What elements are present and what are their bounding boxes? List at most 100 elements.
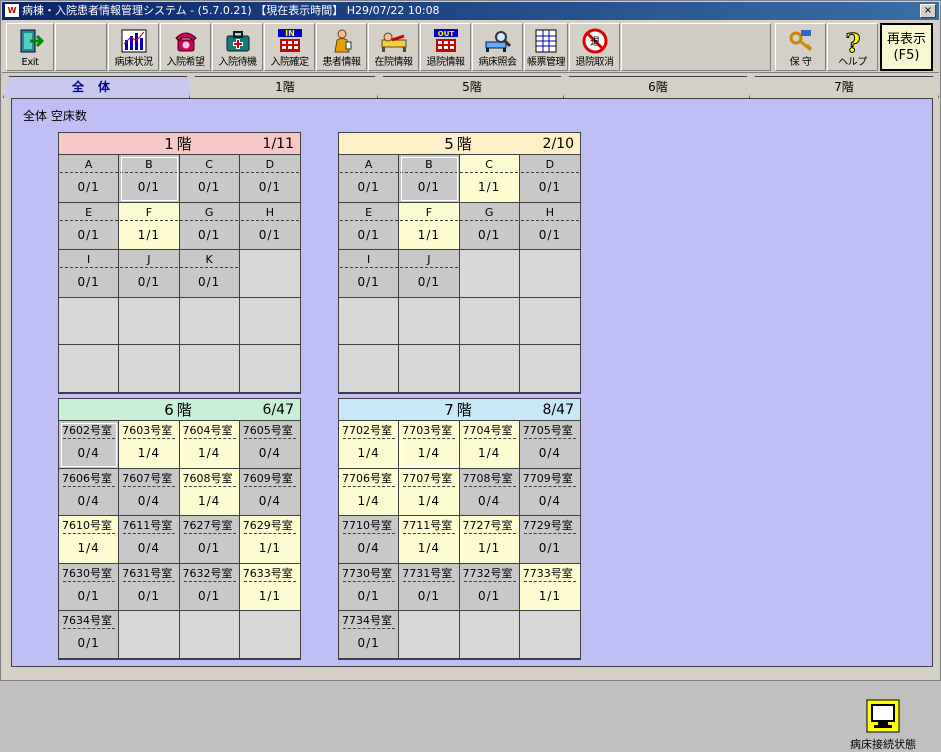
empty-cell xyxy=(239,611,300,659)
room-cell[interactable]: 7606号室 0/4 xyxy=(59,468,120,516)
room-cell[interactable]: 7732号室 0/1 xyxy=(459,563,520,611)
close-button[interactable]: × xyxy=(920,4,936,18)
room-cell[interactable]: 7609号室 0/4 xyxy=(239,468,300,516)
ward-cell[interactable]: I 0/1 xyxy=(59,250,120,298)
room-cell[interactable]: 7727号室 1/1 xyxy=(459,516,520,564)
report-manage-button[interactable]: 帳票管理 xyxy=(524,23,568,71)
ward-cell[interactable]: B 0/1 xyxy=(119,155,180,203)
tab-floor-6[interactable]: 6階 xyxy=(563,76,753,98)
refresh-button[interactable]: 再表示 (F5) xyxy=(880,23,933,71)
discharge-info-button[interactable]: OUT 退院情報 xyxy=(420,23,471,71)
room-cell[interactable]: 7733号室 1/1 xyxy=(519,563,580,611)
room-cell[interactable]: 7632号室 0/1 xyxy=(179,563,240,611)
room-cell[interactable]: 7634号室 0/1 xyxy=(59,611,120,659)
bed-inquiry-button[interactable]: 病床照会 xyxy=(472,23,523,71)
tab-floor-7[interactable]: 7階 xyxy=(749,76,939,98)
room-cell[interactable]: 7709号室 0/4 xyxy=(519,468,580,516)
ward-cell[interactable]: G 0/1 xyxy=(459,202,520,250)
room-cell[interactable]: 7631号室 0/1 xyxy=(119,563,180,611)
cell-name: E xyxy=(365,205,373,219)
room-cell[interactable]: 7605号室 0/4 xyxy=(239,421,300,469)
cell-vacancy: 0/1 xyxy=(357,180,380,194)
ward-cell[interactable]: I 0/1 xyxy=(339,250,400,298)
ward-cell[interactable]: F 1/1 xyxy=(119,202,180,250)
room-cell[interactable]: 7704号室 1/4 xyxy=(459,421,520,469)
maintenance-button[interactable]: 保 守 xyxy=(775,23,826,71)
room-cell[interactable]: 7607号室 0/4 xyxy=(119,468,180,516)
room-cell[interactable]: 7730号室 0/1 xyxy=(339,563,400,611)
cell-name: 7631号室 xyxy=(122,566,173,580)
help-button[interactable]: ? ヘルプ xyxy=(827,23,878,71)
room-cell[interactable]: 7711号室 1/4 xyxy=(399,516,460,564)
room-cell[interactable]: 7703号室 1/4 xyxy=(399,421,460,469)
empty-cell xyxy=(179,345,240,393)
room-cell[interactable]: 7610号室 1/4 xyxy=(59,516,120,564)
ward-cell[interactable]: B 0/1 xyxy=(399,155,460,203)
cell-divider xyxy=(63,485,115,487)
cell-name: E xyxy=(85,205,93,219)
ward-cell[interactable]: A 0/1 xyxy=(59,155,120,203)
ward-cell[interactable]: K 0/1 xyxy=(179,250,240,298)
cell-vacancy: 0/1 xyxy=(77,227,100,242)
admission-confirm-button[interactable]: IN 入院確定 xyxy=(264,23,315,71)
room-cell[interactable]: 7611号室 0/4 xyxy=(119,516,180,564)
ward-cell[interactable]: C 0/1 xyxy=(179,155,240,203)
cell-divider xyxy=(403,438,456,439)
ward-cell[interactable]: H 0/1 xyxy=(239,202,300,250)
room-cell[interactable]: 7731号室 0/1 xyxy=(399,563,460,611)
ward-cell[interactable]: A 0/1 xyxy=(339,155,400,203)
ward-cell[interactable]: D 0/1 xyxy=(239,155,300,203)
floor-header: 1階 1/11 xyxy=(59,133,300,155)
monitor-icon xyxy=(866,699,900,733)
cell-name: J xyxy=(427,253,431,266)
ward-cell[interactable]: D 0/1 xyxy=(519,155,580,203)
bed-connection-status-label: 病床接続状態 xyxy=(850,738,916,751)
room-cell[interactable]: 7602号室 0/4 xyxy=(59,421,120,469)
room-cell[interactable]: 7627号室 0/1 xyxy=(179,516,240,564)
ward-cell[interactable]: E 0/1 xyxy=(59,202,120,250)
room-cell[interactable]: 7608号室 1/4 xyxy=(179,468,240,516)
exit-button[interactable]: Exit xyxy=(6,23,54,71)
room-cell[interactable]: 7734号室 0/1 xyxy=(339,611,400,659)
ward-cell[interactable]: H 0/1 xyxy=(519,202,580,250)
cell-name: 7707号室 xyxy=(402,471,453,485)
room-cell[interactable]: 7702号室 1/4 xyxy=(339,421,400,469)
admission-request-button[interactable]: 入院希望 xyxy=(160,23,211,71)
room-cell[interactable]: 7710号室 0/4 xyxy=(339,516,400,564)
ward-cell[interactable]: F 1/1 xyxy=(399,202,460,250)
floor-panel-6: 6階 6/47 7602号室 0/4 7603号室 1/4 7604号室 1/4 7605号室 0… xyxy=(58,398,301,660)
ward-cell[interactable]: J 0/1 xyxy=(399,250,460,298)
ward-cell[interactable]: J 0/1 xyxy=(119,250,180,298)
cell-divider xyxy=(119,219,178,221)
help-question-icon: ? xyxy=(844,29,860,55)
bed-connection-status[interactable]: 病床接続状態 xyxy=(838,699,928,752)
room-cell[interactable]: 7629号室 1/1 xyxy=(239,516,300,564)
ward-cell[interactable]: G 0/1 xyxy=(179,202,240,250)
ward-cell[interactable]: E 0/1 xyxy=(339,202,400,250)
cell-vacancy: 0/1 xyxy=(137,275,161,289)
report-manage-label: 帳票管理 xyxy=(527,57,566,68)
room-cell[interactable]: 7604号室 1/4 xyxy=(179,421,240,469)
cell-name: 7603号室 xyxy=(122,424,173,437)
room-cell[interactable]: 7705号室 0/4 xyxy=(519,421,580,469)
cell-name: 7605号室 xyxy=(242,424,293,437)
room-cell[interactable]: 7708号室 0/4 xyxy=(459,468,520,516)
room-cell[interactable]: 7630号室 0/1 xyxy=(59,563,120,611)
room-cell[interactable]: 7633号室 1/1 xyxy=(239,563,300,611)
room-cell[interactable]: 7706号室 1/4 xyxy=(339,468,400,516)
cell-vacancy: 0/1 xyxy=(417,275,441,289)
tab-floor-1[interactable]: 1階 xyxy=(189,76,381,98)
discharge-cancel-button[interactable]: 退 退院取消 xyxy=(569,23,620,71)
cell-divider xyxy=(243,438,296,439)
tab-all[interactable]: 全体 xyxy=(3,76,193,98)
tab-floor-5[interactable]: 5階 xyxy=(377,76,567,98)
ward-cell[interactable]: C 1/1 xyxy=(459,155,520,203)
patient-info-button[interactable]: 患者情報 xyxy=(316,23,367,71)
room-cell[interactable]: 7729号室 0/1 xyxy=(519,516,580,564)
room-cell[interactable]: 7603号室 1/4 xyxy=(119,421,180,469)
admission-waiting-button[interactable]: 入院待機 xyxy=(212,23,263,71)
svg-text:OUT: OUT xyxy=(437,30,454,38)
bed-status-button[interactable]: 病床状況 xyxy=(108,23,159,71)
inpatient-info-button[interactable]: 在院情報 xyxy=(368,23,419,71)
room-cell[interactable]: 7707号室 1/4 xyxy=(399,468,460,516)
